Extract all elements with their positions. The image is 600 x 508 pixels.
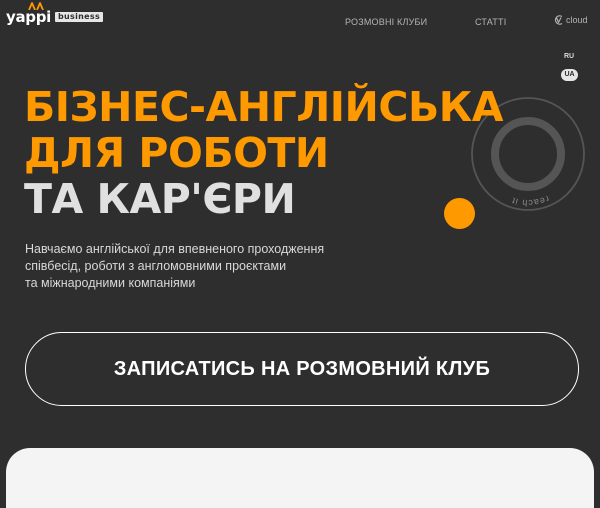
cloud-icon — [554, 15, 563, 25]
hero-title-line-3: ТА КАР'ЄРИ — [24, 175, 296, 223]
hero-title: БІЗНЕС-АНГЛІЙСЬКА ДЛЯ РОБОТИ ТА КАР'ЄРИ — [24, 84, 503, 222]
hero-title-line-1: БІЗНЕС-АНГЛІЙСЬКА — [24, 83, 503, 131]
cloud-link[interactable]: cloud — [553, 14, 588, 26]
lang-ru-button[interactable]: RU — [564, 53, 574, 60]
hero-description-line-3: та міжнародними компаніями — [25, 276, 196, 290]
reach-it-text: reach it — [510, 194, 550, 208]
hero-title-line-2: ДЛЯ РОБОТИ — [24, 129, 329, 177]
yappi-business-logo[interactable]: yappi business — [6, 2, 104, 26]
hero-description-line-2: співбесід, роботи з англомовними проєкта… — [25, 259, 287, 273]
cat-ears-icon — [28, 2, 44, 10]
logo-badge: business — [55, 12, 104, 22]
hero-description-line-1: Навчаємо англійської для впевненого прох… — [25, 242, 325, 256]
signup-speaking-club-button[interactable]: ЗАПИСАТИСЬ НА РОЗМОВНИЙ КЛУБ — [25, 332, 579, 406]
lang-ua-button[interactable]: UA — [561, 69, 578, 81]
nav-link-speaking-clubs[interactable]: РОЗМОВНІ КЛУБИ — [345, 17, 427, 27]
logo-wordmark: yappi — [6, 2, 52, 26]
nav-link-articles[interactable]: СТАТТІ — [475, 17, 506, 27]
logo-name: yappi — [6, 8, 52, 26]
svg-text:reach it: reach it — [510, 194, 551, 208]
next-section-panel — [6, 448, 594, 508]
cloud-label: cloud — [566, 15, 588, 25]
hero-description: Навчаємо англійської для впевненого прох… — [25, 241, 385, 292]
